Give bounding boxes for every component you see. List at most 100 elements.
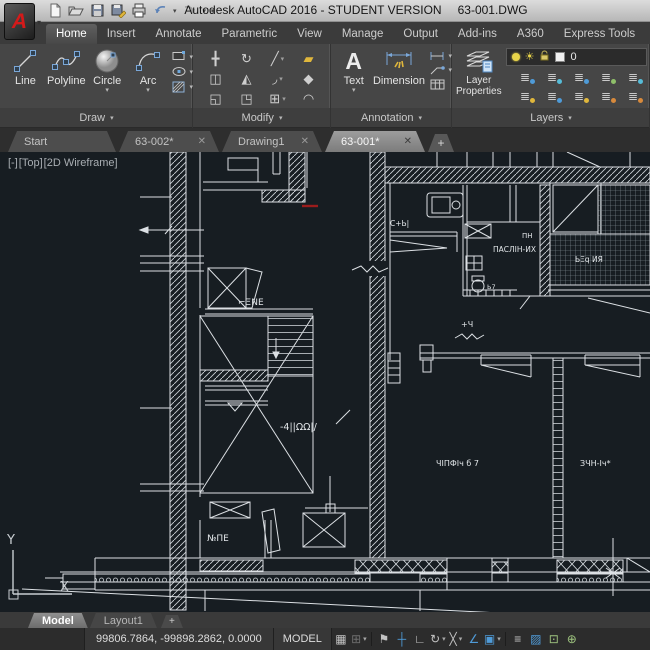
new-layout-button[interactable]: +: [161, 615, 183, 628]
layer-unlock-icon[interactable]: [539, 48, 550, 66]
file-tab-drawing1[interactable]: Drawing1 ✕: [222, 131, 322, 152]
visual-style-control[interactable]: [2D Wireframe]: [44, 157, 118, 169]
transparency-icon[interactable]: ▨: [527, 629, 545, 649]
modify-panel-title[interactable]: Modify: [193, 108, 331, 128]
application-menu-button[interactable]: A: [4, 3, 35, 40]
linear-dimension-button[interactable]: ▾: [429, 50, 452, 62]
tab-parametric[interactable]: Parametric: [212, 24, 288, 44]
stretch-icon[interactable]: ◱: [200, 89, 231, 108]
layer-match-icon[interactable]: ≣: [539, 69, 566, 85]
text-button[interactable]: A Text: [337, 46, 370, 108]
layer-off-icon[interactable]: ≣: [539, 88, 566, 104]
file-tab-63-002[interactable]: 63-002* ✕: [119, 131, 219, 152]
svg-text:⌐ΞNE: ⌐ΞNE: [238, 298, 264, 308]
tab-express-tools[interactable]: Express Tools: [554, 24, 645, 44]
svg-text:ЧІПФІч б 7: ЧІПФІч б 7: [436, 459, 479, 468]
line-button[interactable]: Line: [5, 46, 46, 108]
polar-tracking-icon[interactable]: ∟: [411, 629, 429, 649]
view-control[interactable]: [Top]: [19, 157, 43, 169]
rotate-icon[interactable]: ↻: [231, 49, 262, 68]
gizmo-icon[interactable]: ⊕: [563, 629, 581, 649]
model-tab[interactable]: Model: [28, 613, 88, 628]
close-tab-icon[interactable]: ✕: [301, 136, 309, 147]
divider: [370, 632, 372, 646]
snap-mode-icon[interactable]: ⊞: [350, 629, 368, 649]
coordinates-readout[interactable]: 99806.7864, -99898.2862, 0.0000: [84, 628, 273, 650]
arc-button[interactable]: Arc: [128, 46, 169, 108]
layer-previous-icon[interactable]: ≣: [566, 69, 593, 85]
layer-freeze-icon[interactable]: ≣: [512, 88, 539, 104]
layer-merge-icon[interactable]: ≣: [620, 88, 647, 104]
copy-icon[interactable]: ◫: [200, 69, 231, 88]
hatch-tool-button[interactable]: ▾: [171, 80, 193, 94]
tab-view[interactable]: View: [287, 24, 332, 44]
autocad-window: ▾ ▾ ▾̶ Autodesk AutoCAD 2016 - STUDENT V…: [0, 0, 650, 650]
layers-panel-title[interactable]: Layers: [452, 108, 650, 128]
svg-text:Ь7: Ь7: [487, 283, 496, 291]
dynamic-ucs-icon[interactable]: ▣: [483, 629, 502, 649]
osnap-tracking-icon[interactable]: ╳: [447, 629, 465, 649]
fillet-icon[interactable]: ◞: [262, 69, 293, 88]
layer-thaw-icon[interactable]: ☀: [525, 52, 535, 63]
explode-icon[interactable]: ◆: [293, 69, 324, 88]
trim-icon[interactable]: ╱: [262, 49, 293, 68]
tab-annotate[interactable]: Annotate: [145, 24, 211, 44]
leader-button[interactable]: ▾: [429, 64, 452, 76]
move-icon[interactable]: ╋: [200, 49, 231, 68]
file-tab-63-001[interactable]: 63-001* ✕: [325, 131, 425, 152]
new-drawing-button[interactable]: +: [428, 134, 454, 152]
tab-a360[interactable]: A360: [507, 24, 554, 44]
draw-panel: Line Polyline Circle Arc ▾ ▾ ▾: [0, 44, 193, 108]
ortho-mode-icon[interactable]: ┼: [393, 629, 411, 649]
layer-select[interactable]: ☀ 0: [505, 48, 647, 66]
text-icon: A: [345, 48, 363, 74]
grid-display-icon[interactable]: ▦: [332, 629, 350, 649]
viewport-menu-control[interactable]: [-]: [8, 157, 18, 169]
layout1-tab[interactable]: Layout1: [90, 613, 157, 628]
floor-plan-linework: [21, 152, 650, 612]
status-toggles: ▦ ⊞ ⚑ ┼ ∟ ↻ ╳ ∠ ▣ ≡ ▨ ⊡ ⊕: [332, 628, 581, 650]
tab-insert[interactable]: Insert: [97, 24, 146, 44]
layer-lock-icon[interactable]: ≣: [566, 88, 593, 104]
dimension-button[interactable]: Dimension: [370, 46, 427, 108]
erase-icon[interactable]: ▰: [293, 49, 324, 68]
layer-color-swatch[interactable]: [555, 52, 566, 62]
offset-icon[interactable]: ◠: [293, 89, 324, 108]
scale-icon[interactable]: ◳: [231, 89, 262, 108]
circle-button[interactable]: Circle: [87, 46, 128, 108]
tab-addins[interactable]: Add-ins: [448, 24, 507, 44]
ellipse-tool-button[interactable]: ▾: [171, 65, 193, 78]
polyline-button[interactable]: Polyline: [46, 46, 87, 108]
drawing-canvas[interactable]: [-][Top][2D Wireframe] Y X ⌐ΞNE -4||ΩΩ|/…: [0, 152, 650, 612]
mirror-icon[interactable]: ◭: [231, 69, 262, 88]
selection-cycling-icon[interactable]: ⊡: [545, 629, 563, 649]
application-menu-arrow-icon[interactable]: ▾: [37, 18, 41, 27]
tab-home[interactable]: Home: [46, 24, 97, 44]
panel-title-row: Draw Modify Annotation Layers: [0, 108, 650, 128]
rectangle-tool-button[interactable]: ▾: [171, 50, 193, 63]
layer-make-current-icon[interactable]: ≣: [512, 69, 539, 85]
close-tab-icon[interactable]: ✕: [198, 136, 206, 147]
layer-properties-button[interactable]: Layer Properties: [456, 46, 502, 108]
svg-text:ЗЧН-Іч*: ЗЧН-Іч*: [580, 459, 611, 468]
tab-manage[interactable]: Manage: [332, 24, 394, 44]
layer-unlock-tool-icon[interactable]: ≣: [593, 88, 620, 104]
array-icon[interactable]: ⊞: [262, 89, 293, 108]
layer-isolate-icon[interactable]: ≣: [593, 69, 620, 85]
isometric-drafting-icon[interactable]: ↻: [429, 629, 447, 649]
draw-extra-tools: ▾ ▾ ▾: [171, 46, 193, 108]
model-space-indicator[interactable]: MODEL: [272, 628, 332, 650]
file-tab-start[interactable]: Start: [8, 131, 116, 152]
dynamic-input-icon[interactable]: ⚑: [375, 629, 393, 649]
floor-plan-drawing: Y X ⌐ΞNE -4||ΩΩ|/ №ПЕ С+Ь| ПН ПАСЛIН-ИХ …: [6, 152, 650, 612]
tab-featured-apps[interactable]: Featured Apps: [645, 24, 650, 44]
table-button[interactable]: [429, 78, 452, 91]
close-tab-icon[interactable]: ✕: [404, 136, 412, 147]
lineweight-icon[interactable]: ≡: [509, 629, 527, 649]
layer-unisolate-icon[interactable]: ≣: [620, 69, 647, 85]
tab-output[interactable]: Output: [393, 24, 448, 44]
annotation-panel-title[interactable]: Annotation: [331, 108, 452, 128]
layer-on-icon[interactable]: [511, 53, 520, 61]
object-snap-icon[interactable]: ∠: [465, 629, 483, 649]
draw-panel-title[interactable]: Draw: [0, 108, 193, 128]
